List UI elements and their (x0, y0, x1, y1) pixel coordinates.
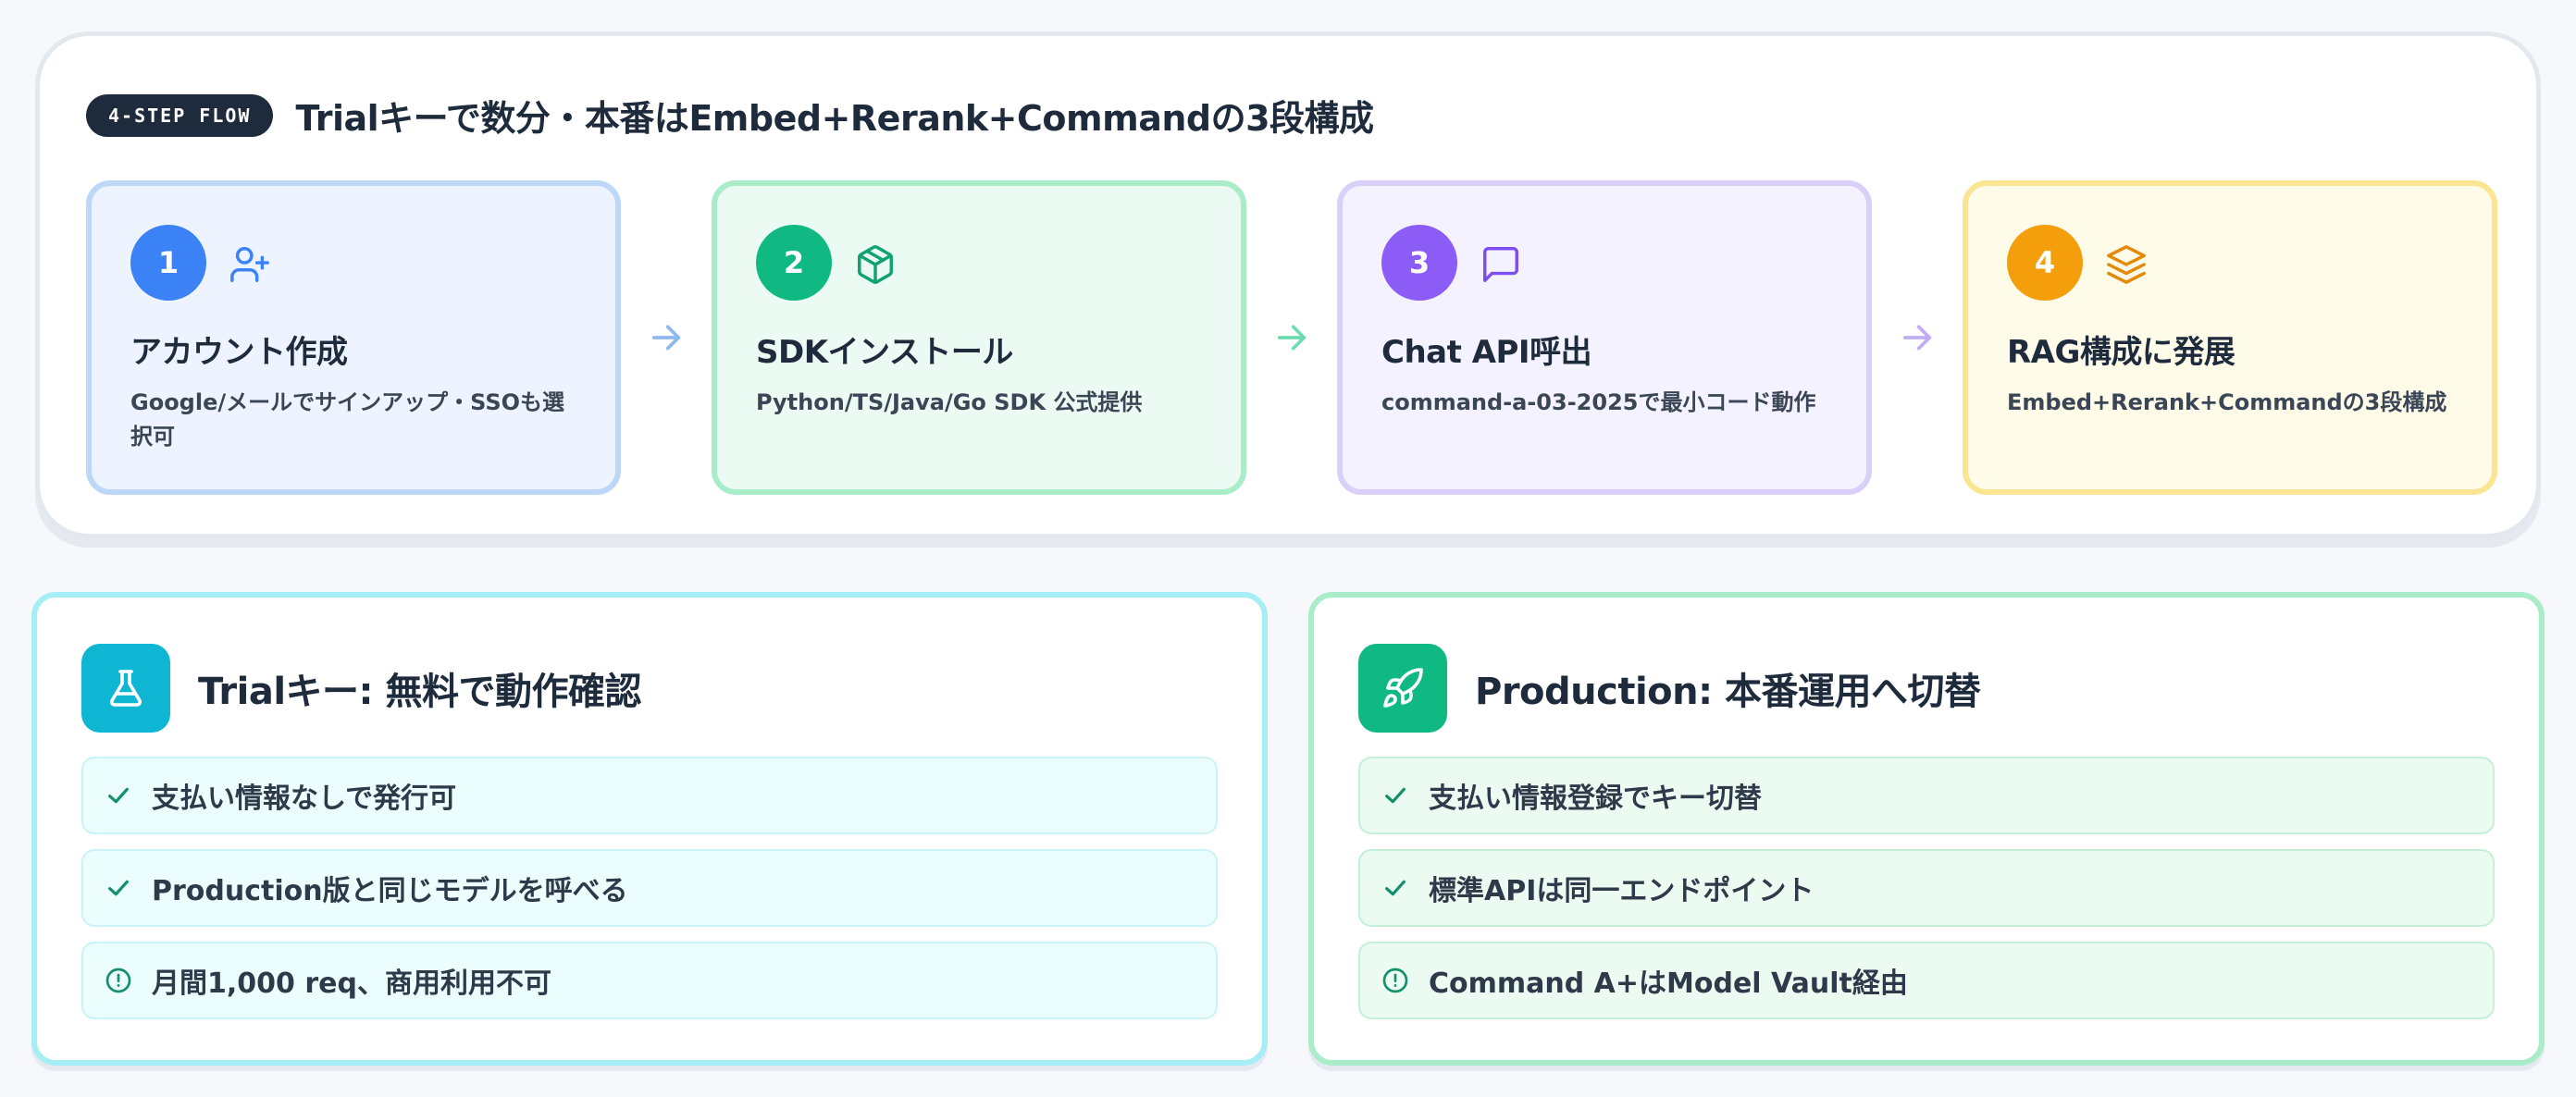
check-icon (108, 787, 129, 804)
trial-card: Trialキー: 無料で動作確認 支払い情報なしで発行可 Production版… (31, 592, 1268, 1066)
list-item: 標準APIは同一エンドポイント (1358, 849, 2495, 927)
step-title: SDKインストール (756, 334, 1013, 371)
alert-circle-icon (105, 968, 131, 993)
list-item: Production版と同じモデルを呼べる (81, 849, 1218, 927)
step-list: 1 アカウント作成 Google/メールでサインアップ・SSOも選択可 2 SD… (86, 180, 2497, 495)
package-icon (858, 245, 893, 284)
alert-circle-icon (1382, 968, 1408, 993)
layers-icon (2107, 245, 2146, 284)
production-feature-list: 支払い情報登録でキー切替 標準APIは同一エンドポイント Command A+は… (1358, 757, 2495, 1034)
step-title: アカウント作成 (130, 334, 348, 371)
step-title: RAG構成に発展 (2007, 334, 2235, 371)
flow-header: 4-STEP FLOW Trialキーで数分・本番はEmbed+Rerank+C… (86, 90, 1374, 141)
list-item-text: 標準APIは同一エンドポイント (1429, 875, 1814, 907)
step-description: Google/メールでサインアップ・SSOも選択可 (130, 389, 565, 450)
list-item-text: 支払い情報登録でキー切替 (1429, 783, 1762, 815)
production-card-header: Production: 本番運用へ切替 (1358, 644, 1981, 733)
list-item-text: 支払い情報なしで発行可 (152, 783, 457, 815)
message-square-icon (1483, 247, 1518, 282)
step-number: 2 (756, 225, 832, 301)
step-count-badge: 4-STEP FLOW (86, 93, 274, 137)
flow-panel: 4-STEP FLOW Trialキーで数分・本番はEmbed+Rerank+C… (35, 31, 2541, 538)
step-title: Chat API呼出 (1381, 334, 1592, 371)
check-icon (108, 880, 129, 896)
step-card-chat-api: 3 Chat API呼出 command-a-03-2025で最小コード動作 (1337, 180, 1872, 495)
step-number: 3 (1381, 225, 1457, 301)
rocket-icon (1358, 644, 1447, 733)
step-card-sdk: 2 SDKインストール Python/TS/Java/Go SDK 公式提供 (712, 180, 1246, 495)
list-item: 支払い情報なしで発行可 (81, 757, 1218, 834)
step-number: 4 (2007, 225, 2083, 301)
list-item-text: Production版と同じモデルを呼べる (152, 875, 628, 907)
arrow-right-icon (621, 180, 712, 495)
step-description: Python/TS/Java/Go SDK 公式提供 (756, 389, 1143, 415)
list-item: 支払い情報登録でキー切替 (1358, 757, 2495, 834)
list-item: 月間1,000 req、商用利用不可 (81, 942, 1218, 1019)
check-icon (1385, 787, 1406, 804)
step-card-account: 1 アカウント作成 Google/メールでサインアップ・SSOも選択可 (86, 180, 621, 495)
check-icon (1385, 880, 1406, 896)
production-card: Production: 本番運用へ切替 支払い情報登録でキー切替 標準APIは同… (1308, 592, 2545, 1066)
flow-title: Trialキーで数分・本番はEmbed+Rerank+Commandの3段構成 (295, 98, 1374, 139)
arrow-right-icon (1246, 180, 1337, 495)
production-card-title: Production: 本番運用へ切替 (1475, 671, 1981, 713)
user-plus-icon (230, 247, 269, 282)
list-item: Command A+はModel Vault経由 (1358, 942, 2495, 1019)
step-number: 1 (130, 225, 206, 301)
trial-feature-list: 支払い情報なしで発行可 Production版と同じモデルを呼べる 月間1,00… (81, 757, 1218, 1034)
list-item-text: 月間1,000 req、商用利用不可 (152, 968, 551, 1000)
trial-card-header: Trialキー: 無料で動作確認 (81, 644, 641, 733)
list-item-text: Command A+はModel Vault経由 (1429, 968, 1908, 1000)
step-card-rag: 4 RAG構成に発展 Embed+Rerank+Commandの3段構成 (1963, 180, 2497, 495)
step-description: Embed+Rerank+Commandの3段構成 (2007, 389, 2447, 415)
step-description: command-a-03-2025で最小コード動作 (1381, 389, 1816, 415)
flask-icon (81, 644, 170, 733)
trial-card-title: Trialキー: 無料で動作確認 (198, 671, 641, 713)
arrow-right-icon (1872, 180, 1963, 495)
